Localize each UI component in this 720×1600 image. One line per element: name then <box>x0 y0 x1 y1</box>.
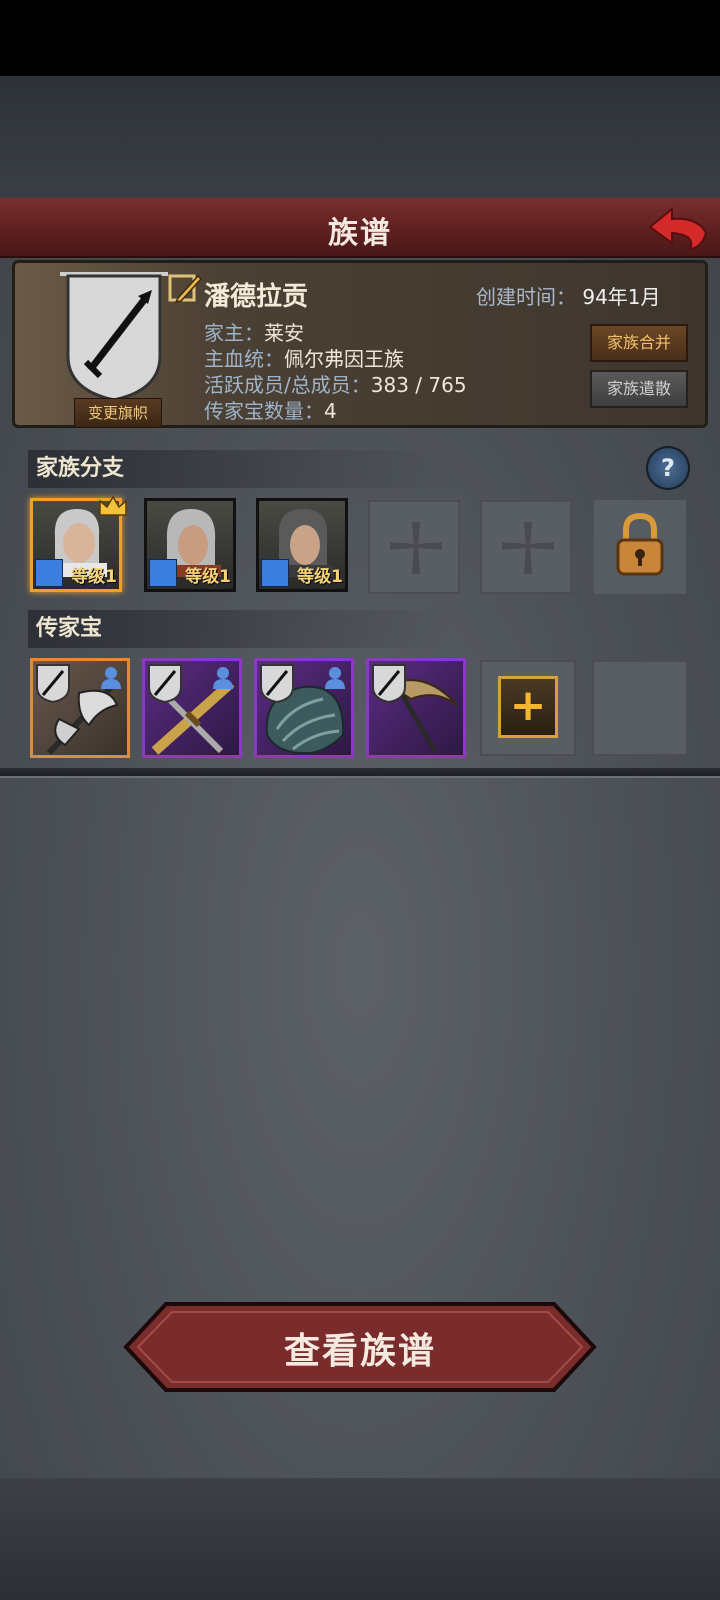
sword-class-icon <box>35 559 63 587</box>
add-heirloom-button[interactable]: + <box>498 676 558 738</box>
family-head-label: 家主： <box>204 321 264 345</box>
help-icon[interactable]: ? <box>646 446 690 490</box>
upper-background <box>0 76 720 198</box>
heirloom-empty-slot[interactable] <box>592 660 688 756</box>
crown-icon <box>99 495 127 516</box>
lock-icon <box>616 512 664 576</box>
status-bar <box>0 0 720 76</box>
members-value: 383 / 765 <box>370 373 467 397</box>
family-disband-button[interactable]: 家族遣散 <box>590 370 688 408</box>
family-banner-icon[interactable] <box>60 270 168 402</box>
members-label: 活跃成员/总成员： <box>204 373 371 397</box>
bloodline-line: 主血统：佩尔弗因王族 <box>204 343 404 372</box>
back-arrow-icon[interactable] <box>646 203 710 253</box>
heirloom-count-label: 传家宝数量： <box>204 399 324 423</box>
heirloom-slot[interactable] <box>30 658 130 758</box>
branch-empty-slot[interactable] <box>480 500 572 594</box>
branch-empty-slot[interactable] <box>368 500 460 594</box>
shield-sword-icon <box>148 664 182 703</box>
person-icon <box>101 667 121 689</box>
create-time-label: 创建时间： <box>476 285 576 309</box>
heirloom-slot[interactable] <box>254 658 354 758</box>
branch-hero-slot[interactable]: 等级1 <box>256 498 348 592</box>
person-icon <box>325 667 345 689</box>
shield-sword-icon <box>36 664 70 703</box>
title-bar: 族谱 <box>0 198 720 258</box>
heirloom-slot[interactable] <box>142 658 242 758</box>
person-icon <box>213 667 233 689</box>
view-family-tree-button[interactable]: 查看族谱 <box>122 1302 598 1392</box>
family-head-value: 莱安 <box>264 321 304 345</box>
bloodline-label: 主血统： <box>204 347 284 371</box>
cross-emblem-icon <box>390 522 442 574</box>
shield-sword-icon <box>260 664 294 703</box>
change-banner-button[interactable]: 变更旗帜 <box>74 398 162 428</box>
hero-level: 等级1 <box>297 567 343 587</box>
bottom-background <box>0 1478 720 1600</box>
family-name: 潘德拉贡 <box>204 282 309 312</box>
heirloom-add-slot[interactable]: + <box>480 660 576 756</box>
family-head-line: 家主：莱安 <box>204 317 304 346</box>
cross-emblem-icon <box>502 522 554 574</box>
view-family-tree-label: 查看族谱 <box>283 1331 436 1372</box>
hero-level: 等级1 <box>185 567 231 587</box>
heirloom-count-value: 4 <box>324 399 337 423</box>
members-line: 活跃成员/总成员：383 / 765 <box>204 369 467 398</box>
sword-class-icon <box>261 559 289 587</box>
sword-class-icon <box>149 559 177 587</box>
branch-section-header: 家族分支 <box>28 450 448 488</box>
heirloom-count-line: 传家宝数量：4 <box>204 395 337 424</box>
bloodline-value: 佩尔弗因王族 <box>284 347 404 371</box>
branch-hero-slot[interactable]: 等级1 <box>144 498 236 592</box>
section-divider <box>0 768 720 778</box>
edit-name-icon[interactable] <box>168 272 202 306</box>
page-title: 族谱 <box>328 216 392 251</box>
create-time: 创建时间： 94年1月 <box>476 281 661 310</box>
family-merge-button[interactable]: 家族合并 <box>590 324 688 362</box>
branch-locked-slot[interactable] <box>594 500 686 594</box>
hero-level: 等级1 <box>71 567 117 587</box>
shield-sword-icon <box>372 664 406 703</box>
heirloom-section-header: 传家宝 <box>28 610 448 648</box>
create-time-value: 94年1月 <box>582 285 661 309</box>
heirloom-slot[interactable] <box>366 658 466 758</box>
